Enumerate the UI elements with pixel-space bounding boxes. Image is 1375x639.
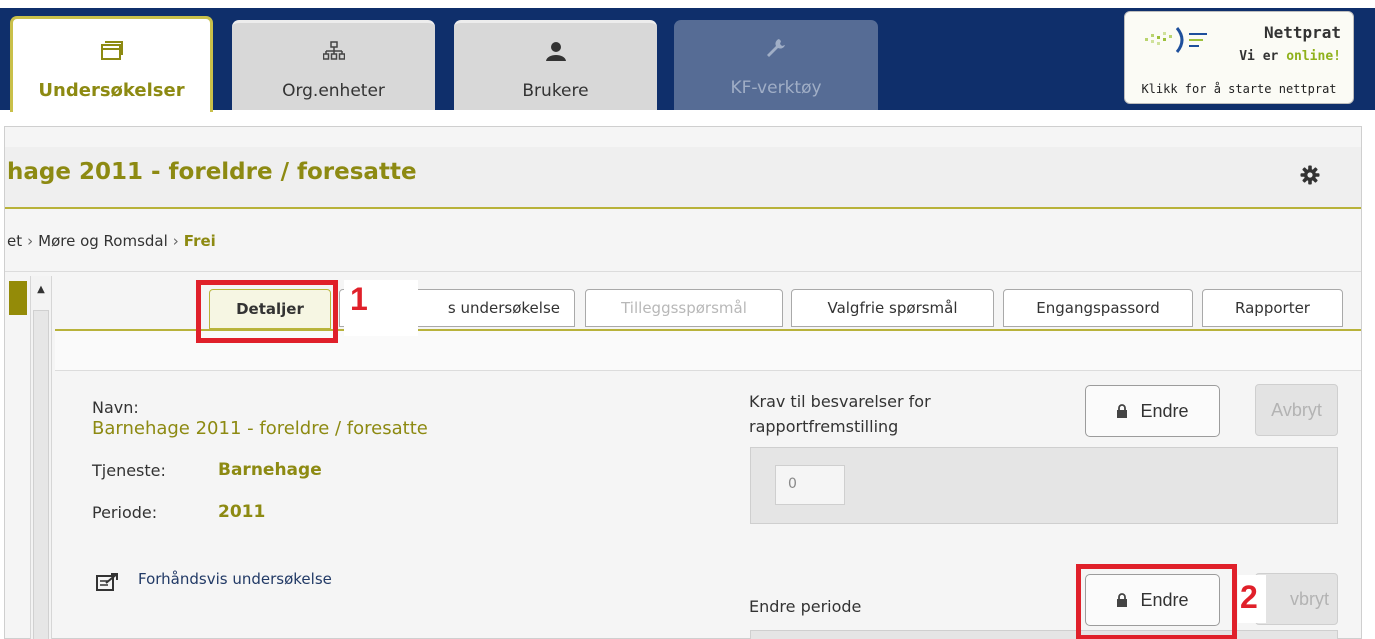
nav-tab-kf-verktoy: KF-verktøy	[674, 20, 878, 110]
tjeneste-value: Barnehage	[218, 460, 322, 480]
org-chart-icon	[232, 41, 435, 63]
top-strip	[0, 0, 1375, 8]
nav-tab-org-enheter[interactable]: Org.enheter	[232, 20, 435, 110]
chat-logo-icon	[1141, 26, 1213, 58]
krav-label: Krav til besvarelser for rapportfremstil…	[749, 392, 931, 436]
krav-cancel-button: Avbryt	[1255, 384, 1338, 436]
periode-field-box	[750, 630, 1338, 639]
content-panel: hage 2011 - foreldre / foresatte et › Møre…	[4, 126, 1362, 639]
nav-tab-label: Org.enheter	[282, 81, 385, 101]
preview-external-icon[interactable]	[96, 572, 120, 596]
breadcrumb-item[interactable]: Møre og Romsdal	[38, 232, 168, 250]
nettprat-start-link[interactable]: Klikk for å starte nettprat	[1125, 82, 1353, 96]
navn-value: Barnehage 2011 - foreldre / foresatte	[92, 418, 428, 439]
nettprat-title: Nettprat	[1263, 23, 1341, 42]
annotation-box-1	[196, 280, 338, 343]
wrench-icon	[674, 38, 878, 60]
chevron-right-icon: ›	[27, 232, 34, 250]
gear-icon[interactable]	[1300, 165, 1320, 189]
nettprat-widget[interactable]: Nettprat Vi er online! Klikk for å start…	[1124, 11, 1354, 104]
tab-tilleggssporsmal: Tilleggsspørsmål	[585, 289, 783, 327]
navn-label: Navn:	[92, 398, 139, 417]
tab-valgfrie-sporsmal[interactable]: Valgfrie spørsmål	[791, 289, 994, 327]
nav-tab-label: KF-verktøy	[730, 78, 822, 98]
nettprat-status-online: online!	[1286, 49, 1341, 64]
top-navigation-bar: Undersøkelser Org.enheter Brukere KF-ver…	[0, 0, 1375, 112]
endre-periode-label: Endre periode	[749, 597, 862, 616]
nav-tab-brukere[interactable]: Brukere	[454, 20, 657, 110]
nav-tab-label: Undersøkelser	[38, 80, 185, 101]
nav-tab-label: Brukere	[522, 81, 589, 101]
tab-rapporter[interactable]: Rapporter	[1202, 289, 1343, 327]
left-panel-accent	[9, 281, 27, 315]
krav-edit-button[interactable]: Endre	[1085, 385, 1220, 437]
annotation-number-2: 2	[1240, 579, 1258, 615]
periode-value: 2011	[218, 502, 266, 522]
preview-survey-link[interactable]: Forhåndsvis undersøkelse	[138, 570, 332, 588]
divider	[5, 271, 1361, 272]
scroll-thumb[interactable]	[33, 310, 49, 639]
breadcrumb-current: Frei	[183, 232, 216, 250]
window-icon	[13, 41, 210, 63]
chevron-right-icon: ›	[172, 232, 179, 250]
annotation-box-2	[1076, 564, 1237, 639]
scroll-up-arrow-icon[interactable]: ▲	[31, 276, 51, 302]
krav-edit-label: Endre	[1140, 400, 1189, 421]
lock-icon	[1116, 404, 1128, 418]
tab-engangspassord[interactable]: Engangspassord	[1003, 289, 1193, 327]
scrollbar[interactable]: ▲	[30, 276, 52, 639]
tjeneste-label: Tjeneste:	[92, 461, 166, 480]
user-icon	[454, 41, 657, 63]
nav-tab-undersokelser[interactable]: Undersøkelser	[10, 16, 213, 112]
krav-input[interactable]: 0	[775, 465, 845, 505]
nettprat-status: Vi er online!	[1239, 49, 1341, 64]
periode-cancel-button: vbryt	[1255, 573, 1338, 625]
breadcrumb-item[interactable]: et	[7, 232, 22, 250]
annotation-number-1: 1	[350, 281, 368, 317]
breadcrumb: et › Møre og Romsdal › Frei	[7, 232, 216, 250]
periode-label: Periode:	[92, 503, 158, 522]
nettprat-status-prefix: Vi er	[1239, 49, 1279, 64]
page-title: hage 2011 - foreldre / foresatte	[7, 159, 417, 185]
